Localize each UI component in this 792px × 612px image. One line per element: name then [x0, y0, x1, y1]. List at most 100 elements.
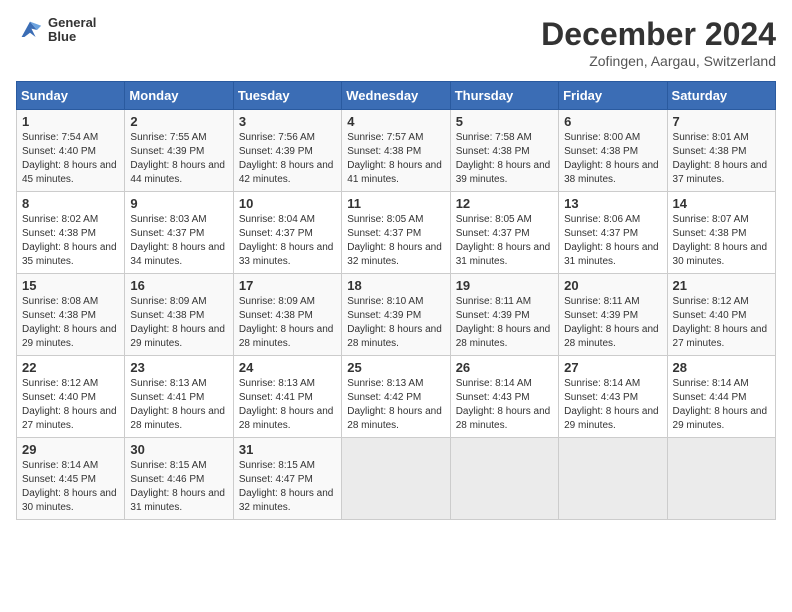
day-info: Sunrise: 8:05 AMSunset: 4:37 PMDaylight:…	[456, 213, 553, 269]
day-info: Sunrise: 8:05 AMSunset: 4:37 PMDaylight:…	[347, 213, 444, 269]
calendar-cell: 1Sunrise: 7:54 AMSunset: 4:40 PMDaylight…	[17, 110, 125, 192]
day-info: Sunrise: 7:55 AMSunset: 4:39 PMDaylight:…	[130, 131, 227, 187]
calendar-cell: 19Sunrise: 8:11 AMSunset: 4:39 PMDayligh…	[450, 274, 558, 356]
day-number: 3	[239, 114, 336, 129]
day-info: Sunrise: 8:14 AMSunset: 4:45 PMDaylight:…	[22, 459, 119, 515]
calendar-cell	[559, 438, 667, 520]
calendar-cell: 11 Sunrise: 8:05 AMSunset: 4:37 PMDayligh…	[342, 192, 450, 274]
logo-text: General Blue	[48, 16, 96, 45]
day-info: Sunrise: 7:54 AMSunset: 4:40 PMDaylight:…	[22, 131, 119, 187]
day-info: Sunrise: 8:13 AMSunset: 4:41 PMDaylight:…	[130, 377, 227, 433]
day-number: 8	[22, 196, 119, 211]
calendar-cell: 8 Sunrise: 8:02 AMSunset: 4:38 PMDaylight…	[17, 192, 125, 274]
day-info: Sunrise: 8:01 AMSunset: 4:38 PMDaylight:…	[673, 131, 770, 187]
day-info: Sunrise: 8:12 AMSunset: 4:40 PMDaylight:…	[673, 295, 770, 351]
calendar-cell: 4Sunrise: 7:57 AMSunset: 4:38 PMDaylight…	[342, 110, 450, 192]
day-number: 12	[456, 196, 553, 211]
weekday-header-saturday: Saturday	[667, 82, 775, 110]
day-info: Sunrise: 8:02 AMSunset: 4:38 PMDaylight:…	[22, 213, 119, 269]
day-info: Sunrise: 8:03 AMSunset: 4:37 PMDaylight:…	[130, 213, 227, 269]
calendar-cell: 2 Sunrise: 7:55 AMSunset: 4:39 PMDaylight…	[125, 110, 233, 192]
calendar-cell: 31 Sunrise: 8:15 AMSunset: 4:47 PMDayligh…	[233, 438, 341, 520]
location-title: Zofingen, Aargau, Switzerland	[541, 53, 776, 69]
calendar-cell: 24Sunrise: 8:13 AMSunset: 4:41 PMDayligh…	[233, 356, 341, 438]
day-number: 2	[130, 114, 227, 129]
weekday-header-sunday: Sunday	[17, 82, 125, 110]
weekday-header-wednesday: Wednesday	[342, 82, 450, 110]
calendar-cell	[667, 438, 775, 520]
day-number: 17	[239, 278, 336, 293]
day-number: 18	[347, 278, 444, 293]
logo-line2: Blue	[48, 30, 96, 44]
month-title: December 2024	[541, 16, 776, 53]
day-info: Sunrise: 8:14 AMSunset: 4:43 PMDaylight:…	[456, 377, 553, 433]
day-info: Sunrise: 8:14 AMSunset: 4:44 PMDaylight:…	[673, 377, 770, 433]
calendar-cell: 20 Sunrise: 8:11 AMSunset: 4:39 PMDayligh…	[559, 274, 667, 356]
day-number: 19	[456, 278, 553, 293]
calendar-cell: 7 Sunrise: 8:01 AMSunset: 4:38 PMDaylight…	[667, 110, 775, 192]
day-info: Sunrise: 8:09 AMSunset: 4:38 PMDaylight:…	[130, 295, 227, 351]
title-area: December 2024 Zofingen, Aargau, Switzerl…	[541, 16, 776, 69]
calendar-cell: 17Sunrise: 8:09 AMSunset: 4:38 PMDayligh…	[233, 274, 341, 356]
day-number: 29	[22, 442, 119, 457]
day-number: 26	[456, 360, 553, 375]
day-number: 6	[564, 114, 661, 129]
calendar-cell: 9 Sunrise: 8:03 AMSunset: 4:37 PMDaylight…	[125, 192, 233, 274]
calendar-cell: 25Sunrise: 8:13 AMSunset: 4:42 PMDayligh…	[342, 356, 450, 438]
calendar-cell: 22 Sunrise: 8:12 AMSunset: 4:40 PMDayligh…	[17, 356, 125, 438]
weekday-header-tuesday: Tuesday	[233, 82, 341, 110]
day-info: Sunrise: 8:06 AMSunset: 4:37 PMDaylight:…	[564, 213, 661, 269]
day-number: 22	[22, 360, 119, 375]
calendar-cell: 16 Sunrise: 8:09 AMSunset: 4:38 PMDayligh…	[125, 274, 233, 356]
weekday-header-friday: Friday	[559, 82, 667, 110]
calendar-cell: 21Sunrise: 8:12 AMSunset: 4:40 PMDayligh…	[667, 274, 775, 356]
calendar-cell: 30 Sunrise: 8:15 AMSunset: 4:46 PMDayligh…	[125, 438, 233, 520]
calendar-cell: 23 Sunrise: 8:13 AMSunset: 4:41 PMDayligh…	[125, 356, 233, 438]
day-number: 28	[673, 360, 770, 375]
day-info: Sunrise: 8:15 AMSunset: 4:47 PMDaylight:…	[239, 459, 336, 515]
calendar-cell: 13 Sunrise: 8:06 AMSunset: 4:37 PMDayligh…	[559, 192, 667, 274]
day-info: Sunrise: 7:58 AMSunset: 4:38 PMDaylight:…	[456, 131, 553, 187]
day-info: Sunrise: 8:14 AMSunset: 4:43 PMDaylight:…	[564, 377, 661, 433]
day-info: Sunrise: 8:11 AMSunset: 4:39 PMDaylight:…	[564, 295, 661, 351]
calendar-cell: 18 Sunrise: 8:10 AMSunset: 4:39 PMDayligh…	[342, 274, 450, 356]
day-number: 30	[130, 442, 227, 457]
calendar-week-row: 29 Sunrise: 8:14 AMSunset: 4:45 PMDayligh…	[17, 438, 776, 520]
calendar-cell: 5 Sunrise: 7:58 AMSunset: 4:38 PMDaylight…	[450, 110, 558, 192]
day-number: 16	[130, 278, 227, 293]
day-number: 15	[22, 278, 119, 293]
day-number: 7	[673, 114, 770, 129]
logo-icon	[16, 16, 44, 44]
day-number: 13	[564, 196, 661, 211]
day-info: Sunrise: 8:12 AMSunset: 4:40 PMDaylight:…	[22, 377, 119, 433]
calendar-cell: 14 Sunrise: 8:07 AMSunset: 4:38 PMDayligh…	[667, 192, 775, 274]
day-info: Sunrise: 8:10 AMSunset: 4:39 PMDaylight:…	[347, 295, 444, 351]
day-number: 14	[673, 196, 770, 211]
day-number: 27	[564, 360, 661, 375]
calendar-week-row: 8 Sunrise: 8:02 AMSunset: 4:38 PMDaylight…	[17, 192, 776, 274]
logo: General Blue	[16, 16, 96, 45]
day-number: 24	[239, 360, 336, 375]
day-number: 10	[239, 196, 336, 211]
logo-line1: General	[48, 16, 96, 30]
day-info: Sunrise: 8:04 AMSunset: 4:37 PMDaylight:…	[239, 213, 336, 269]
day-info: Sunrise: 8:15 AMSunset: 4:46 PMDaylight:…	[130, 459, 227, 515]
calendar-table: SundayMondayTuesdayWednesdayThursdayFrid…	[16, 81, 776, 520]
day-info: Sunrise: 7:56 AMSunset: 4:39 PMDaylight:…	[239, 131, 336, 187]
day-number: 31	[239, 442, 336, 457]
day-number: 20	[564, 278, 661, 293]
weekday-header-row: SundayMondayTuesdayWednesdayThursdayFrid…	[17, 82, 776, 110]
calendar-cell: 27 Sunrise: 8:14 AMSunset: 4:43 PMDayligh…	[559, 356, 667, 438]
calendar-cell: 6Sunrise: 8:00 AMSunset: 4:38 PMDaylight…	[559, 110, 667, 192]
day-number: 5	[456, 114, 553, 129]
day-number: 23	[130, 360, 227, 375]
calendar-cell: 26 Sunrise: 8:14 AMSunset: 4:43 PMDayligh…	[450, 356, 558, 438]
calendar-cell	[342, 438, 450, 520]
day-number: 11	[347, 196, 444, 211]
day-info: Sunrise: 7:57 AMSunset: 4:38 PMDaylight:…	[347, 131, 444, 187]
calendar-cell: 10 Sunrise: 8:04 AMSunset: 4:37 PMDayligh…	[233, 192, 341, 274]
calendar-cell: 12 Sunrise: 8:05 AMSunset: 4:37 PMDayligh…	[450, 192, 558, 274]
day-number: 9	[130, 196, 227, 211]
day-info: Sunrise: 8:07 AMSunset: 4:38 PMDaylight:…	[673, 213, 770, 269]
header: General Blue December 2024 Zofingen, Aar…	[16, 16, 776, 69]
